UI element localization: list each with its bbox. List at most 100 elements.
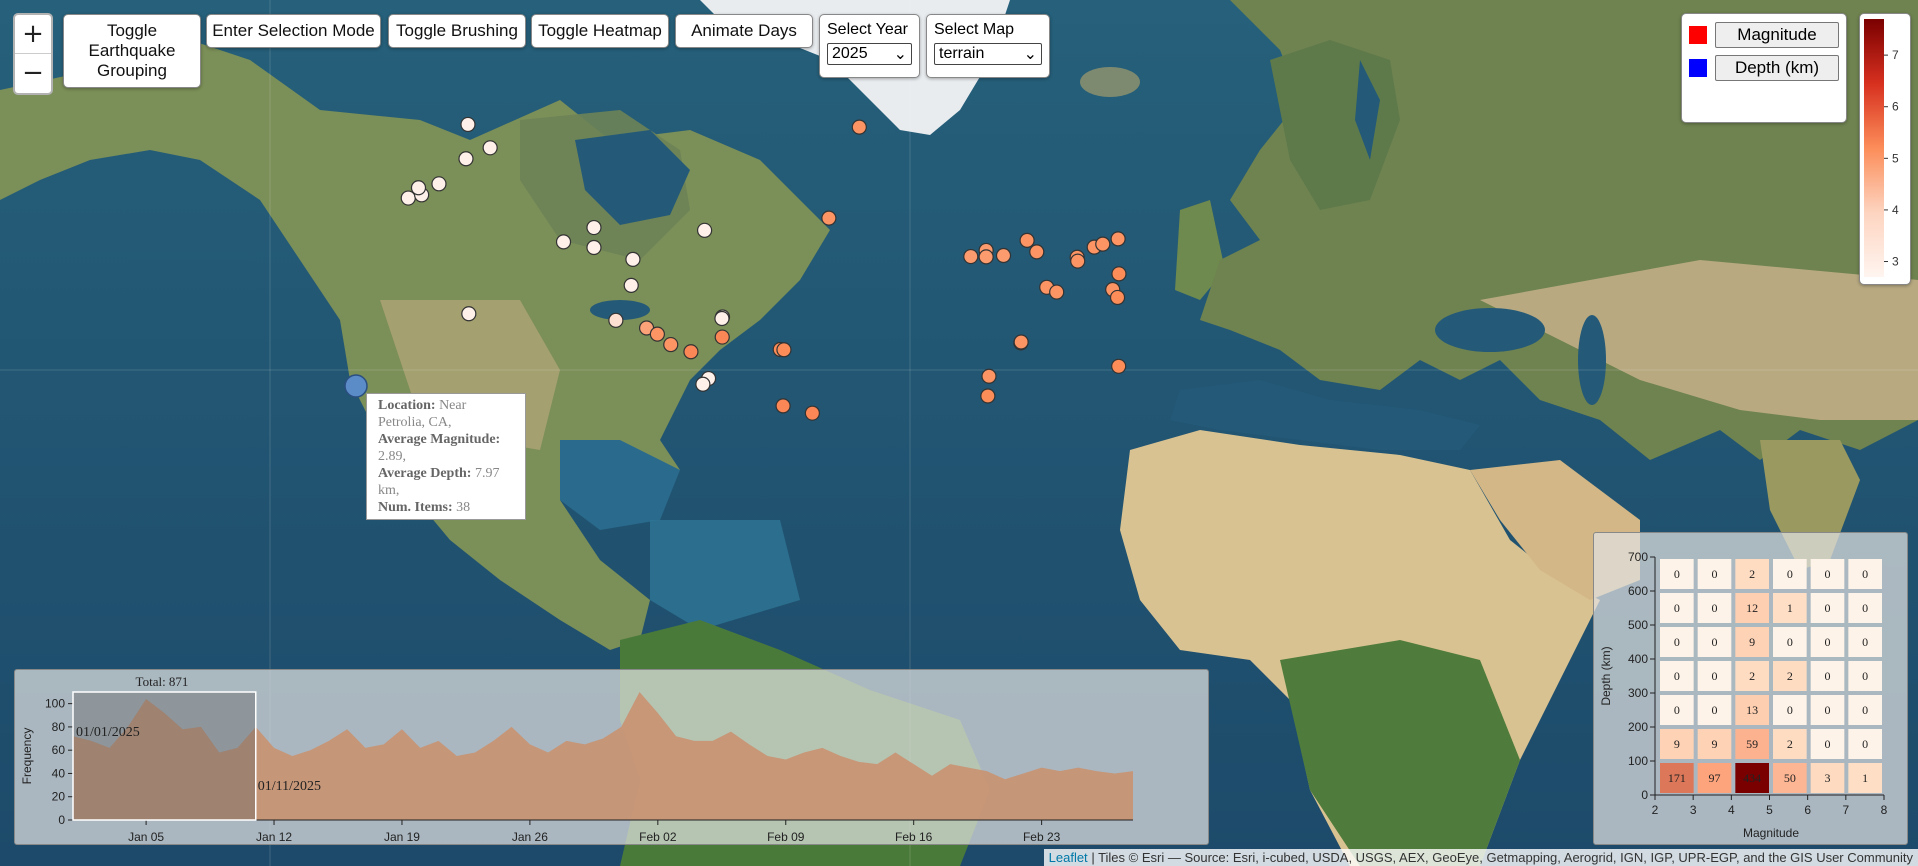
year-select[interactable]: 2025 ⌄ [827, 43, 912, 65]
earthquake-marker[interactable] [410, 180, 427, 196]
earthquake-marker[interactable] [1019, 232, 1035, 248]
toggle-grouping-button[interactable]: Toggle Earthquake Grouping [63, 14, 201, 88]
earthquake-marker[interactable] [995, 247, 1012, 264]
earthquake-marker[interactable] [1109, 289, 1126, 306]
earthquake-marker[interactable] [1049, 284, 1065, 300]
selection-mode-button[interactable]: Enter Selection Mode [206, 14, 381, 48]
heatmap-cell-value: 2 [1749, 567, 1755, 581]
brush-selection [72, 691, 257, 821]
heatmap-cell-value: 13 [1746, 703, 1758, 717]
heatmap-cell-value: 0 [1825, 703, 1831, 717]
leaflet-link[interactable]: Leaflet [1049, 850, 1088, 865]
earthquake-marker[interactable] [461, 306, 477, 322]
earthquake-marker[interactable] [482, 140, 498, 156]
timeline-chart[interactable]: 0 20 40 60 80 100 Jan 05 Jan 12 Jan 19 Jan 26 Feb … [15, 670, 1208, 844]
earthquake-marker[interactable] [980, 388, 996, 404]
heatmap-cell-value: 0 [1825, 601, 1831, 615]
y-axis-label: Depth (km) [1599, 646, 1613, 705]
map-select[interactable]: terrain ⌄ [934, 43, 1042, 65]
earthquake-marker[interactable] [714, 329, 730, 345]
zoom-out-button[interactable]: − [15, 53, 51, 92]
earthquake-marker[interactable] [555, 234, 572, 250]
earthquake-marker[interactable] [1111, 358, 1127, 374]
earthquake-marker[interactable] [775, 398, 791, 414]
heatmap-cell-value: 0 [1862, 567, 1868, 581]
earthquake-marker[interactable] [963, 248, 979, 265]
earthquake-marker[interactable] [663, 336, 679, 353]
heatmap-chart: 0 0 2 0 0 00 0 12 1 0 00 0 9 0 0 00 0 2 2 0 00 0 13 0 0 09 9 59 2 0 01… [1599, 550, 1888, 840]
map-select-value: terrain [939, 45, 985, 62]
x-tick-label: Jan 26 [512, 830, 548, 844]
x-tick-label: Jan 19 [384, 830, 420, 844]
earthquake-marker[interactable] [1110, 231, 1126, 247]
depth-toggle-button[interactable]: Depth (km) [1715, 55, 1839, 81]
x-tick-label: Feb 02 [639, 830, 677, 844]
x-tick-label: 6 [1804, 803, 1811, 817]
earthquake-marker[interactable] [431, 176, 447, 192]
earthquake-marker[interactable] [586, 219, 602, 236]
earthquake-marker[interactable] [586, 239, 602, 256]
earthquake-marker[interactable] [695, 376, 711, 392]
y-tick-label: 100 [1628, 754, 1648, 768]
magnitude-toggle-button[interactable]: Magnitude [1715, 22, 1839, 48]
colorbar-tick-label: 6 [1892, 100, 1899, 114]
y-tick-label: 700 [1628, 550, 1648, 564]
heatmap-cell-value: 0 [1862, 601, 1868, 615]
earthquake-marker[interactable] [1070, 253, 1086, 269]
x-tick-label: 3 [1690, 803, 1697, 817]
x-tick-label: 8 [1881, 803, 1888, 817]
earthquake-marker[interactable] [458, 151, 474, 167]
animate-days-button[interactable]: Animate Days [675, 14, 813, 48]
earthquake-marker[interactable] [776, 342, 792, 358]
timeline-total: Total: 871 [136, 674, 189, 689]
heatmap-cell-value: 12 [1746, 601, 1758, 615]
heatmap-cell-value: 434 [1743, 771, 1761, 785]
toggle-heatmap-button[interactable]: Toggle Heatmap [531, 14, 669, 48]
earthquake-marker[interactable] [1095, 236, 1111, 252]
heatmap-cell-value: 0 [1712, 601, 1718, 615]
heatmap-cell-value: 0 [1712, 669, 1718, 683]
earthquake-marker[interactable] [821, 210, 837, 226]
earthquake-marker[interactable] [804, 405, 820, 421]
map-attribution: Leaflet | Tiles © Esri — Source: Esri, i… [1043, 849, 1918, 866]
earthquake-marker[interactable] [981, 368, 997, 384]
earthquake-marker[interactable] [1111, 266, 1127, 282]
earthquake-marker[interactable] [714, 310, 730, 327]
year-select-value: 2025 [832, 45, 868, 62]
earthquake-marker[interactable] [400, 190, 416, 206]
heatmap-cell-value: 0 [1862, 703, 1868, 717]
earthquake-marker[interactable] [683, 344, 699, 360]
earthquake-marker[interactable] [851, 119, 867, 135]
colorbar-tick-label: 7 [1892, 48, 1899, 62]
earthquake-marker[interactable] [696, 222, 713, 238]
heatmap-cell-value: 0 [1712, 567, 1718, 581]
zoom-in-button[interactable]: + [15, 15, 51, 53]
y-tick-label: 400 [1628, 652, 1648, 666]
legend-swatch-depth [1689, 59, 1707, 77]
earthquake-marker[interactable] [608, 312, 624, 328]
heatmap-cell-value: 0 [1787, 567, 1793, 581]
y-axis-label: Frequency [20, 728, 34, 785]
earthquake-marker[interactable] [625, 251, 641, 267]
x-tick-label: Feb 09 [767, 830, 805, 844]
earthquake-marker[interactable] [1029, 244, 1045, 260]
tooltip-location-label: Location: [378, 398, 436, 413]
attribution-text: | Tiles © Esri — Source: Esri, i-cubed, … [1091, 850, 1913, 865]
selected-cluster-marker[interactable] [344, 374, 368, 398]
earthquake-marker[interactable] [623, 277, 639, 293]
earthquake-marker[interactable] [460, 116, 476, 133]
earthquake-marker[interactable] [649, 326, 665, 342]
y-tick-label: 80 [52, 720, 66, 734]
x-tick-label: Jan 12 [256, 830, 292, 844]
heatmap-cell-value: 0 [1787, 703, 1793, 717]
earthquake-marker[interactable] [978, 249, 994, 265]
earthquake-marker[interactable] [1013, 334, 1029, 350]
chevron-down-icon: ⌄ [1023, 46, 1037, 63]
brush-start-label: 01/01/2025 [76, 725, 140, 740]
colorbar-tick-label: 3 [1892, 255, 1899, 269]
heatmap-cell-value: 0 [1787, 635, 1793, 649]
heatmap-cell-value: 0 [1674, 601, 1680, 615]
map-label: Select Map [934, 21, 1015, 38]
toggle-brushing-button[interactable]: Toggle Brushing [388, 14, 526, 48]
x-tick-label: 7 [1842, 803, 1849, 817]
